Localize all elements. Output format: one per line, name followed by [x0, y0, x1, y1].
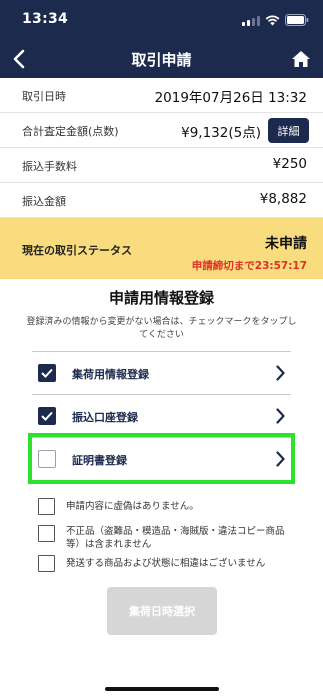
status-bar: 13:34: [0, 0, 323, 40]
confirm-checkbox[interactable]: [38, 498, 55, 515]
info-row-total-appraisal: 合計査定金額(点数) ¥9,132(5点) 詳細: [0, 113, 323, 148]
chevron-right-icon: [276, 365, 285, 381]
info-label: 振込金額: [22, 195, 66, 208]
confirm-text: 申請内容に虚偽はありません。: [66, 501, 199, 512]
checked-checkbox[interactable]: [38, 407, 56, 425]
home-button[interactable]: [287, 45, 315, 73]
info-row-transfer-fee: 振込手数料 ¥250: [0, 148, 323, 183]
info-label: 振込手数料: [22, 160, 77, 173]
checkmark-icon: [41, 368, 53, 378]
confirm-no-false-info[interactable]: 申請内容に虚偽はありません。: [38, 498, 288, 518]
signal-icon: [242, 15, 260, 26]
battery-icon: [285, 14, 309, 26]
reg-item-bank-account[interactable]: 振込口座登録: [32, 394, 291, 437]
confirm-checkbox[interactable]: [38, 555, 55, 572]
detail-button[interactable]: 詳細: [268, 118, 309, 143]
trade-status-label: 現在の取引ステータス: [22, 244, 132, 257]
reg-item-label: 振込口座登録: [72, 411, 138, 424]
info-value: ¥8,882: [259, 191, 307, 207]
info-row-transfer-amount: 振込金額 ¥8,882: [0, 183, 323, 218]
status-icons: [242, 13, 309, 27]
confirm-checkbox[interactable]: [38, 525, 55, 542]
deadline-countdown: 申請締切まで23:57:17: [191, 260, 307, 272]
reg-item-label: 集荷用情報登録: [72, 368, 149, 381]
confirm-no-illegal-items[interactable]: 不正品（盗難品・模造品・海賊版・違法コピー商品等）は含まれません: [38, 525, 288, 553]
info-row-trade-date: 取引日時 2019年07月26日 13:32: [0, 78, 323, 113]
reg-item-pickup-info[interactable]: 集荷用情報登録: [32, 351, 291, 394]
info-value: ¥9,132(5点): [181, 125, 261, 141]
wifi-icon: [265, 15, 280, 26]
home-indicator: [105, 687, 219, 691]
section-description: 登録済みの情報から変更がない場合は、チェックマークをタップしてください: [26, 317, 297, 340]
info-value: 2019年07月26日 13:32: [154, 90, 307, 106]
confirm-condition-match[interactable]: 発送する商品および状態に相違はございません: [38, 555, 288, 575]
unchecked-checkbox[interactable]: [38, 450, 56, 468]
info-label: 合計査定金額(点数): [22, 125, 119, 138]
info-value: ¥250: [272, 156, 307, 172]
page-title: 取引申請: [131, 51, 192, 69]
info-label: 取引日時: [22, 90, 66, 103]
reg-item-certificate[interactable]: 証明書登録: [28, 433, 295, 484]
status-time: 13:34: [22, 11, 69, 27]
home-icon: [292, 51, 310, 67]
confirm-text: 不正品（盗難品・模造品・海賊版・違法コピー商品等）は含まれません: [66, 526, 285, 550]
nav-bar: 取引申請: [0, 40, 323, 78]
reg-item-label: 証明書登録: [72, 454, 127, 467]
chevron-right-icon: [276, 451, 285, 467]
trade-status-panel: 現在の取引ステータス 未申請 申請締切まで23:57:17: [0, 218, 323, 279]
confirm-text: 発送する商品および状態に相違はございません: [66, 558, 266, 569]
checked-checkbox[interactable]: [38, 364, 56, 382]
trade-status-value: 未申請: [265, 236, 307, 252]
chevron-right-icon: [276, 408, 285, 424]
section-title: 申請用情報登録: [108, 289, 214, 307]
pickup-datetime-button[interactable]: 集荷日時選択: [107, 587, 217, 635]
checkmark-icon: [41, 411, 53, 421]
